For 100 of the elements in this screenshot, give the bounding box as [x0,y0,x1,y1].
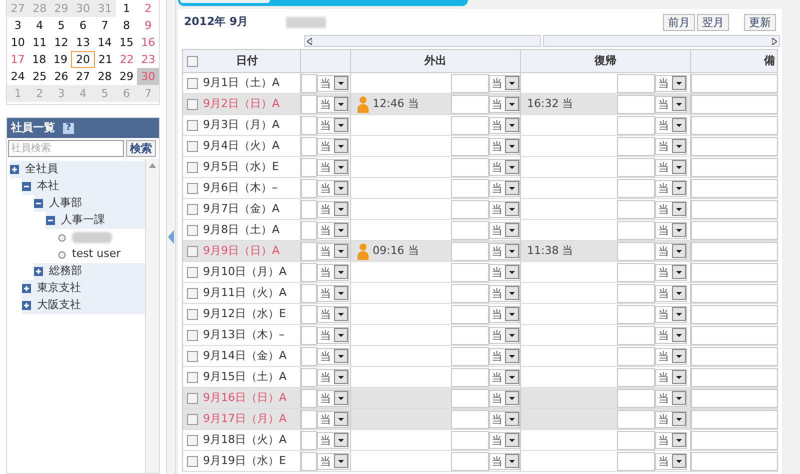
calendar-day[interactable]: 22 [116,51,138,68]
dropdown[interactable]: 当 [488,222,520,238]
input-field[interactable] [301,410,317,428]
calendar-day[interactable]: 1 [116,0,138,17]
calendar-day[interactable]: 14 [94,34,116,51]
input-field[interactable] [450,74,489,92]
input-field[interactable] [691,136,778,156]
input-field[interactable] [450,178,489,198]
input-field[interactable] [691,200,778,218]
dropdown[interactable]: 当 [655,180,687,196]
dropdown[interactable]: 当 [655,96,687,112]
scrollbar[interactable] [145,159,159,473]
table-row[interactable]: 9月10日（月）A 当 当 当 [183,262,778,283]
input-field[interactable] [617,430,655,450]
calendar-day[interactable]: 29 [116,68,138,85]
tree-item[interactable]: 本社 [37,178,59,195]
input-field[interactable] [617,452,655,470]
collapse-icon[interactable] [22,182,31,191]
input-field[interactable] [617,178,655,198]
table-row[interactable]: 9月8日（土）A 当 当 当 [183,220,778,241]
input-field[interactable] [450,158,489,176]
table-row[interactable]: 9月14日（金）A 当 当 当 [183,346,778,367]
dropdown[interactable]: 当 [317,348,349,364]
dropdown[interactable]: 当 [488,390,520,406]
checkbox[interactable] [187,456,198,466]
checkbox[interactable] [187,372,198,382]
input-field[interactable] [450,284,489,302]
input-field[interactable] [691,284,778,302]
dropdown[interactable]: 当 [317,368,349,386]
table-row[interactable]: 9月11日（火）A 当 当 当 [183,283,778,304]
dropdown[interactable]: 当 [655,348,687,364]
calendar-day[interactable]: 28 [94,68,116,85]
input-field[interactable] [450,346,489,366]
input-field[interactable] [691,94,778,114]
checkbox[interactable] [187,56,198,66]
checkbox[interactable] [187,308,198,320]
calendar-day[interactable]: 2 [137,0,160,17]
checkbox[interactable] [187,140,198,152]
nav-button[interactable]: 前月 [663,14,695,30]
dropdown[interactable]: 当 [317,96,349,112]
table-row[interactable]: 9月6日（木）– 当 当 当 [183,178,778,199]
scroll-right-icon[interactable] [772,38,777,44]
input-field[interactable] [617,284,655,302]
scroll-up-icon[interactable] [149,163,156,168]
input-field[interactable] [450,410,489,428]
input-field[interactable] [617,94,655,114]
calendar-day[interactable]: 16 [137,34,160,51]
scroll-track[interactable] [304,35,541,47]
input-field[interactable] [301,158,317,176]
calendar-day[interactable]: 6 [72,17,94,34]
calendar-day[interactable]: 19 [50,51,72,68]
input-field[interactable] [617,262,655,282]
dropdown[interactable]: 当 [317,452,349,470]
calendar-day[interactable]: 8 [116,17,138,34]
dropdown[interactable]: 当 [317,264,349,280]
dropdown[interactable]: 当 [655,200,687,218]
input-field[interactable] [301,262,317,282]
table-row[interactable]: 9月4日（火）A 当 当 当 [183,136,778,157]
splitter[interactable] [166,0,176,474]
input-field[interactable] [301,452,317,470]
input-field[interactable] [691,74,778,92]
dropdown[interactable]: 当 [317,410,349,428]
dropdown[interactable]: 当 [655,326,687,344]
calendar-day[interactable]: 4 [28,17,50,34]
input-field[interactable] [617,388,655,408]
calendar-day[interactable]: 24 [7,68,29,85]
expand-icon[interactable] [22,301,31,310]
checkbox[interactable] [187,330,198,340]
calendar-day[interactable]: 11 [28,34,50,51]
input-field[interactable] [617,242,655,260]
dropdown[interactable]: 当 [317,306,349,322]
input-field[interactable] [450,430,489,450]
collapse-icon[interactable] [46,216,55,225]
checkbox[interactable] [187,414,198,424]
calendar-day[interactable]: 12 [50,34,72,51]
table-row[interactable]: 9月12日（水）E 当 当 当 [183,304,778,325]
checkbox[interactable] [187,224,198,236]
input-field[interactable] [617,304,655,324]
dropdown[interactable]: 当 [655,284,687,302]
checkbox[interactable] [187,246,198,256]
checkbox[interactable] [187,434,198,446]
input-field[interactable] [691,326,778,344]
input-field[interactable] [691,430,778,450]
dropdown[interactable]: 当 [655,410,687,428]
checkbox[interactable] [187,182,198,194]
user-name[interactable]: test user [72,246,121,263]
dropdown[interactable]: 当 [317,242,349,260]
dropdown[interactable]: 当 [488,348,520,364]
input-field[interactable] [691,158,778,176]
dropdown[interactable]: 当 [317,158,349,176]
calendar-day[interactable]: 5 [50,17,72,34]
dropdown[interactable]: 当 [488,116,520,134]
input-field[interactable] [617,158,655,176]
dropdown[interactable]: 当 [488,180,520,196]
input-field[interactable] [450,388,489,408]
input-field[interactable] [450,200,489,218]
expand-icon[interactable] [10,165,19,174]
input-field[interactable] [617,74,655,92]
input-field[interactable] [301,326,317,344]
table-row[interactable]: 9月3日（月）A 当 当 当 [183,115,778,136]
